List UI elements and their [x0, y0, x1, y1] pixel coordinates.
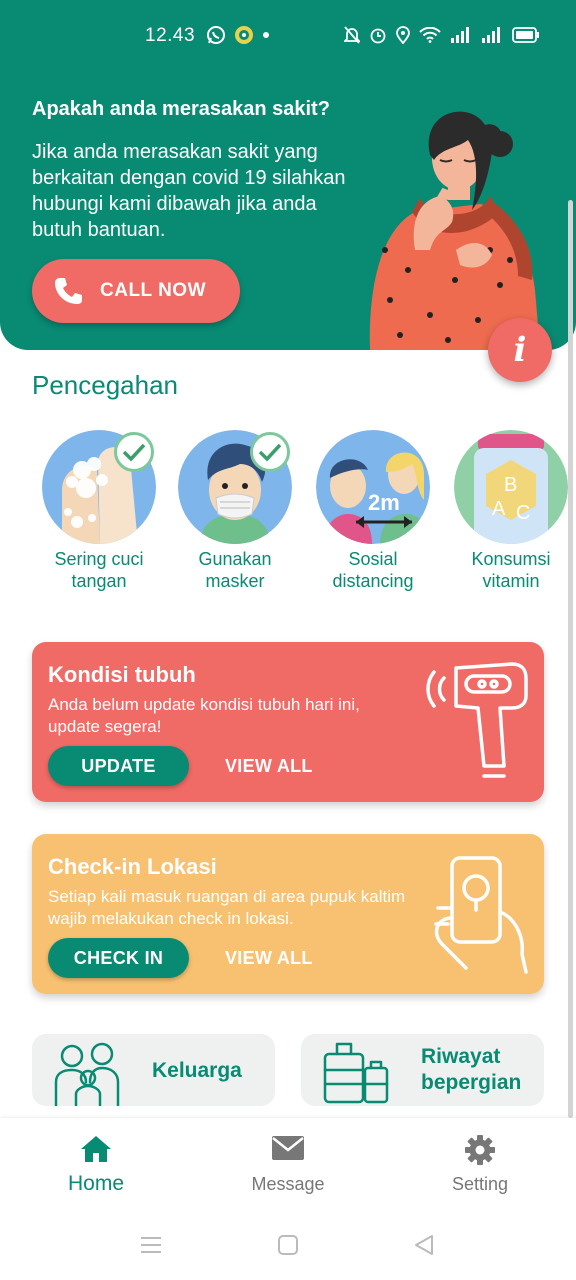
nav-message[interactable]: Message: [213, 1118, 363, 1214]
gear-icon: [465, 1135, 495, 1165]
signal-icon: [482, 27, 500, 43]
check-icon: [250, 432, 290, 472]
prevention-item-distancing[interactable]: 2m Sosial distancing: [310, 430, 436, 592]
hero-banner: 12.43 Apakah anda merasakan sakit? Jika …: [0, 0, 576, 350]
mail-icon: [272, 1136, 304, 1160]
vitamin-letter: B: [504, 474, 518, 496]
phone-icon: [55, 278, 82, 304]
thermometer-gun-icon: [426, 662, 528, 778]
prevention-item-hand-wash[interactable]: Sering cuci tangan: [36, 430, 162, 592]
system-navigation-bar: [0, 1214, 576, 1280]
alarm-icon: [370, 28, 386, 44]
prevention-title: Pencegahan: [32, 370, 179, 400]
prevention-label: Sosial distancing: [332, 549, 414, 591]
nav-home-label: Home: [67, 1172, 125, 1195]
card-title: Check-in Lokasi: [48, 854, 217, 879]
app-badge-icon: [235, 26, 253, 44]
prevention-item-mask[interactable]: Gunakan masker: [172, 430, 298, 592]
luggage-icon: [323, 1042, 389, 1104]
home-square-icon[interactable]: [277, 1234, 299, 1256]
dot-icon: [263, 32, 269, 38]
phone-scan-icon: [434, 856, 528, 974]
vitamin-letter: C: [516, 502, 531, 524]
update-button[interactable]: UPDATE: [48, 746, 189, 786]
family-icon: [54, 1042, 120, 1106]
travel-history-tile[interactable]: Riwayat bepergian: [301, 1034, 544, 1106]
body-condition-card[interactable]: Kondisi tubuh Anda belum update kondisi …: [32, 642, 544, 802]
check-icon: [114, 432, 154, 472]
call-now-label: CALL NOW: [100, 280, 207, 301]
back-icon[interactable]: [413, 1234, 435, 1256]
mute-icon: [344, 26, 360, 44]
battery-icon: [512, 27, 539, 43]
location-icon: [396, 26, 410, 44]
bottom-navigation: Home Message Setting: [0, 1118, 576, 1214]
whatsapp-icon: [207, 26, 225, 44]
info-button[interactable]: i: [488, 318, 552, 382]
hero-text: Jika anda merasakan sakit yang berkaitan…: [32, 141, 346, 241]
status-bar: 12.43: [0, 0, 576, 74]
family-tile[interactable]: Keluarga: [32, 1034, 275, 1106]
prevention-label: Gunakan masker: [198, 549, 272, 591]
nav-message-label: Message: [251, 1174, 325, 1194]
view-all-link[interactable]: VIEW ALL: [225, 948, 313, 969]
checkin-card[interactable]: Check-in Lokasi Setiap kali masuk ruanga…: [32, 834, 544, 994]
scrollbar[interactable]: [568, 200, 573, 1118]
status-time: 12.43: [145, 25, 196, 46]
prevention-carousel[interactable]: Sering cuci tangan Gunakan masker 2m Sos…: [36, 430, 576, 600]
menu-icon[interactable]: [140, 1234, 162, 1256]
card-text: Anda belum update kondisi tubuh hari ini…: [48, 695, 360, 736]
prevention-label: Konsumsi vitamin: [471, 549, 551, 591]
vitamin-letter: A: [492, 498, 506, 520]
nav-setting[interactable]: Setting: [405, 1118, 555, 1214]
nav-setting-label: Setting: [451, 1174, 509, 1194]
vitamin-icon: B A C: [454, 430, 568, 544]
prevention-label: Sering cuci tangan: [54, 549, 144, 591]
prevention-item-vitamin[interactable]: B A C Konsumsi vitamin: [448, 430, 574, 592]
wifi-icon: [419, 27, 441, 43]
sick-woman-illustration: [369, 111, 540, 350]
travel-history-label-line2: bepergian: [421, 1071, 522, 1094]
home-icon: [81, 1136, 111, 1162]
call-now-button[interactable]: CALL NOW: [32, 259, 240, 323]
card-title: Kondisi tubuh: [48, 662, 196, 687]
hero-title: Apakah anda merasakan sakit?: [32, 98, 330, 120]
card-text: Setiap kali masuk ruangan di area pupuk …: [48, 887, 406, 928]
family-label: Keluarga: [152, 1059, 242, 1082]
signal-icon: [451, 27, 469, 43]
nav-home[interactable]: Home: [21, 1118, 171, 1214]
travel-history-label-line1: Riwayat: [421, 1045, 501, 1068]
distance-label: 2m: [368, 490, 400, 515]
view-all-link[interactable]: VIEW ALL: [225, 756, 313, 777]
distancing-icon: 2m: [316, 430, 430, 544]
check-in-button[interactable]: CHECK IN: [48, 938, 189, 978]
